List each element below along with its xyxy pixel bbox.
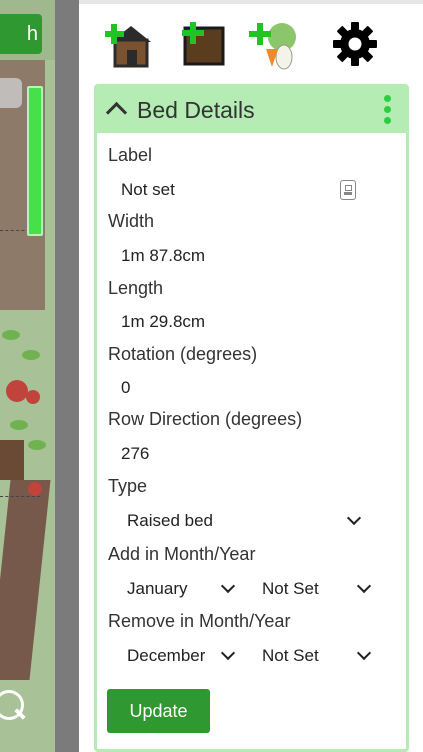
card-title: Bed Details xyxy=(137,97,255,123)
add-in-field-label: Add in Month/Year xyxy=(108,544,256,564)
leaf-shape xyxy=(22,350,40,360)
chevron-down-icon[interactable] xyxy=(220,645,236,661)
leaf-shape xyxy=(2,330,20,340)
width-field-value[interactable]: 1m 87.8cm xyxy=(121,246,205,266)
canvas-vertical-slider[interactable] xyxy=(27,86,43,236)
camera-icon[interactable] xyxy=(0,78,22,108)
chevron-down-icon[interactable] xyxy=(356,645,372,661)
add-building-button[interactable] xyxy=(103,16,159,72)
remove-in-field-label: Remove in Month/Year xyxy=(108,611,291,631)
label-field-value[interactable]: Not set xyxy=(121,180,175,200)
width-field-label: Width xyxy=(108,211,155,231)
add-month-select[interactable]: January xyxy=(127,579,205,604)
bed-details-card: Bed Details Label Not set Width 1m 87.8c… xyxy=(94,84,409,752)
chevron-down-icon[interactable] xyxy=(356,578,372,594)
apple-shape xyxy=(6,380,28,402)
garden-canvas[interactable]: h xyxy=(0,0,55,752)
remove-month-select[interactable]: December xyxy=(127,646,205,671)
canvas-dashed-guide xyxy=(0,230,30,231)
search-button[interactable]: h xyxy=(0,14,42,54)
add-bed-icon xyxy=(182,22,225,66)
tree-trunk xyxy=(0,440,24,480)
apple-shape xyxy=(26,390,40,404)
type-field-label: Type xyxy=(108,476,148,496)
remove-year-select[interactable]: Not Set xyxy=(262,646,319,666)
chevron-up-icon[interactable] xyxy=(105,101,128,124)
edit-label-icon[interactable] xyxy=(340,180,356,200)
card-header[interactable]: Bed Details xyxy=(97,87,406,133)
leaf-shape xyxy=(10,420,28,430)
row-direction-field-label: Row Direction (degrees) xyxy=(108,409,303,429)
add-bed-button[interactable] xyxy=(175,16,231,72)
kebab-menu-icon[interactable] xyxy=(384,95,391,125)
chevron-down-icon[interactable] xyxy=(220,578,236,594)
panel-divider[interactable] xyxy=(55,0,79,752)
row-direction-field-value[interactable]: 276 xyxy=(121,444,149,464)
rotation-field-value[interactable]: 0 xyxy=(121,378,130,398)
add-plant-button[interactable] xyxy=(247,16,303,72)
chevron-down-icon[interactable] xyxy=(346,510,362,526)
length-field-label: Length xyxy=(108,278,164,298)
canvas-dashed-guide xyxy=(0,496,40,497)
leaf-shape xyxy=(28,440,46,450)
settings-button[interactable] xyxy=(327,16,383,72)
type-select[interactable]: Raised bed xyxy=(127,511,213,531)
length-field-value[interactable]: 1m 29.8cm xyxy=(121,312,205,332)
rotation-field-label: Rotation (degrees) xyxy=(108,344,258,364)
label-field-label: Label xyxy=(108,145,153,165)
add-building-icon xyxy=(105,24,151,68)
right-panel: Bed Details Label Not set Width 1m 87.8c… xyxy=(79,0,423,752)
apple-shape xyxy=(28,482,42,496)
gear-icon xyxy=(333,22,377,66)
add-year-select[interactable]: Not Set xyxy=(262,579,319,599)
update-button[interactable]: Update xyxy=(107,689,210,733)
add-plant-icon xyxy=(249,23,296,70)
